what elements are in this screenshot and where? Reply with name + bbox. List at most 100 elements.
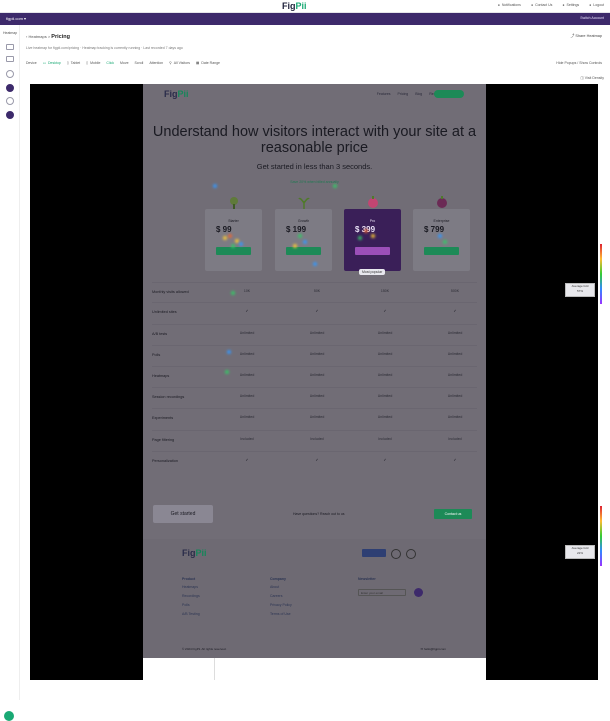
feature-label: Heatmaps <box>152 374 170 378</box>
feature-cell: Included <box>378 437 392 441</box>
breadcrumb: ‹ Heatmaps > Pricing <box>26 34 70 40</box>
site-nav-item[interactable]: Blog <box>415 92 422 96</box>
get-started-button[interactable]: Get started <box>153 505 213 523</box>
feature-cell: Included <box>448 437 462 441</box>
pricing-headline: Understand how visitors interact with yo… <box>152 124 477 156</box>
tablet-toggle[interactable]: ▯ Tablet <box>67 61 80 65</box>
site-nav-item[interactable]: Pricing <box>398 92 409 96</box>
footer-link[interactable]: Terms of Use <box>270 612 292 616</box>
billing-toggle[interactable]: Save 20% when billed annually <box>143 180 486 184</box>
gdpr-badge <box>391 549 401 559</box>
footer-link[interactable]: A/B Testing <box>182 612 200 616</box>
mobile-toggle[interactable]: ▯ Mobile <box>86 61 100 65</box>
feature-row: Experiments Unlimited Unlimited Unlimited Un… <box>152 408 477 428</box>
feature-cell: Unlimited <box>447 394 463 398</box>
page-preview[interactable]: FigPii Features Pricing Blog Resources U… <box>143 84 486 680</box>
visitor-filter[interactable]: ⚲ All Visitors <box>169 61 190 65</box>
certification-badge <box>362 549 386 557</box>
footer-link[interactable]: Recordings <box>182 594 200 598</box>
move-map-toggle[interactable]: Move <box>120 61 129 65</box>
chat-icon[interactable] <box>4 711 14 721</box>
top-nav-notifications[interactable]: ● Notifications <box>498 3 521 7</box>
polls-icon[interactable] <box>6 70 14 78</box>
feature-cell: Unlimited <box>377 373 393 377</box>
feature-cell: Unlimited <box>239 394 255 398</box>
fold-indicator-bottom: Average fold 22% <box>565 545 595 559</box>
heatmap-click-spot <box>438 234 442 238</box>
site-footer: FigPii Product Heatmaps Recordings Polls… <box>143 539 486 658</box>
footer-link[interactable]: Privacy Policy <box>270 603 292 607</box>
bell-icon: ● <box>497 3 500 7</box>
plan-card-enterprise[interactable]: Enterprise $ 799 <box>413 196 470 271</box>
heatmap-click-spot <box>227 350 231 354</box>
feature-cell: 50K <box>313 289 321 293</box>
scroll-map-toggle[interactable]: Scroll <box>135 61 144 65</box>
heatmap-click-spot <box>228 234 232 238</box>
contact-us-button[interactable]: Contact us <box>434 509 472 519</box>
density-legend: ◫ Visit Density <box>580 76 605 80</box>
site-nav-item[interactable]: Features <box>377 92 391 96</box>
footer-link[interactable]: Heatmaps <box>182 585 200 589</box>
plan-select-button[interactable] <box>216 247 251 255</box>
plan-select-button[interactable] <box>424 247 459 255</box>
feature-cell: 500K <box>450 289 460 293</box>
sidebar-label: Heatmap <box>3 31 18 35</box>
footer-email: ✉ hello@figpii.com <box>420 647 446 651</box>
footer-copyright: © 2024 FigPii. All rights reserved. <box>182 647 227 651</box>
top-nav-contact[interactable]: ● Contact Us <box>531 3 552 7</box>
recordings-icon[interactable] <box>6 56 14 62</box>
feature-cell: Unlimited <box>309 373 325 377</box>
feature-cell: Unlimited <box>377 394 393 398</box>
site-selector[interactable]: figpii.com ▾ <box>6 16 26 21</box>
footer-link[interactable]: About <box>270 585 292 589</box>
breadcrumb-parent[interactable]: Heatmaps <box>28 34 46 39</box>
desktop-toggle[interactable]: ▭ Desktop <box>43 61 61 65</box>
figpii-logo[interactable]: FigPii <box>282 1 307 11</box>
feature-cell: Unlimited <box>309 415 325 419</box>
heatmap-canvas[interactable]: FigPii Features Pricing Blog Resources U… <box>30 84 598 680</box>
feature-cell: Unlimited <box>447 331 463 335</box>
page-title: Pricing <box>51 34 70 40</box>
device-label: Device <box>26 61 37 65</box>
footer-column-product: Product Heatmaps Recordings Polls A/B Te… <box>182 577 200 616</box>
plan-card-starter[interactable]: Starter $ 99 <box>205 197 262 271</box>
footer-link[interactable]: Polls <box>182 603 200 607</box>
feature-cell: ✓ <box>453 458 457 462</box>
date-range-picker[interactable]: ▦ Date Range <box>196 61 220 65</box>
heatmap-info: Live heatmap for figpii.com/pricing · He… <box>26 46 183 50</box>
footer-column-newsletter: Newsletter <box>358 577 376 581</box>
users-icon[interactable] <box>6 97 14 105</box>
plan-select-button[interactable] <box>355 247 390 255</box>
dashboard-icon[interactable] <box>6 44 14 50</box>
experiments-icon[interactable] <box>6 111 14 119</box>
switch-account-button[interactable]: Switch Account <box>580 16 604 20</box>
feature-cell: 10K <box>243 289 251 293</box>
heatmap-toolbar: Device ▭ Desktop ▯ Tablet ▯ Mobile Click Mo… <box>26 61 220 65</box>
feature-cell: Unlimited <box>239 331 255 335</box>
heatmap-click-spot <box>298 234 302 238</box>
toolbar-right-controls[interactable]: Hide Popups / Show Controls <box>556 61 602 65</box>
plan-card-pro[interactable]: Pro $ 399 <box>344 196 401 271</box>
share-heatmap-button[interactable]: ⤴ Share Heatmap <box>571 34 602 39</box>
footer-link[interactable]: Careers <box>270 594 292 598</box>
click-map-toggle[interactable]: Click <box>106 61 114 65</box>
site-cta-button[interactable] <box>434 90 464 98</box>
feature-cell: Unlimited <box>377 331 393 335</box>
attention-map-toggle[interactable]: Attention <box>149 61 163 65</box>
top-nav-logout[interactable]: ● Logout <box>589 3 604 7</box>
plan-select-button[interactable] <box>286 247 321 255</box>
newsletter-email-input[interactable]: Enter your email <box>358 589 406 596</box>
share-icon: ⤴ <box>570 34 575 38</box>
footer-logo: FigPii <box>182 548 207 558</box>
heatmap-click-spot <box>443 240 447 244</box>
newsletter-submit-button[interactable] <box>414 588 423 597</box>
heatmap-click-spot <box>313 262 317 266</box>
heatmap-icon[interactable] <box>6 84 14 92</box>
feature-row: A/B tests Unlimited Unlimited Unlimited Unli… <box>152 324 477 344</box>
mail-icon: ✉ <box>420 647 424 651</box>
heatmap-click-spot <box>231 291 235 295</box>
top-nav-settings[interactable]: ● Settings <box>562 3 579 7</box>
feature-cell: Unlimited <box>447 373 463 377</box>
feature-cell: Unlimited <box>309 394 325 398</box>
footer-column-company: Company About Careers Privacy Policy Ter… <box>270 577 292 616</box>
